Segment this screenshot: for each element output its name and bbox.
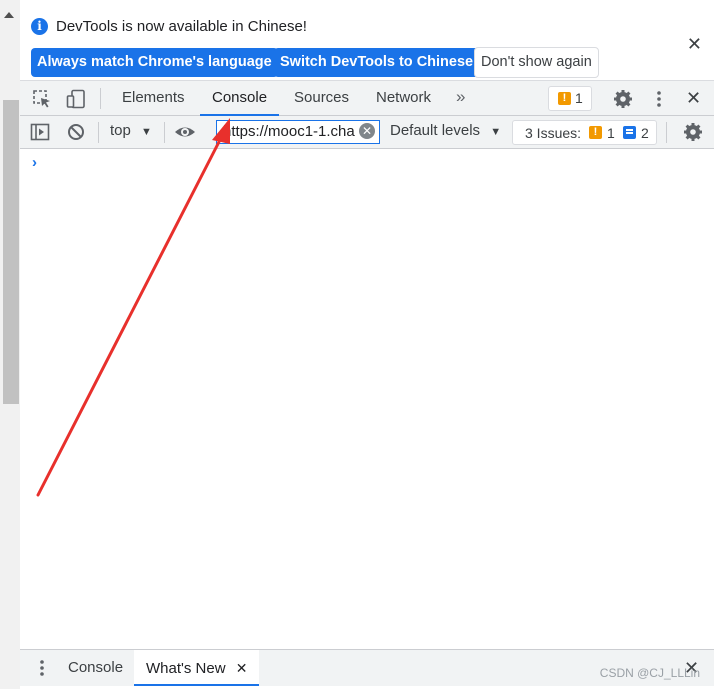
device-toolbar-icon[interactable] [66,89,86,109]
warnings-count: 1 [607,125,615,141]
tab-sources[interactable]: Sources [294,81,349,116]
gear-icon[interactable] [613,89,633,109]
clear-console-icon[interactable] [66,122,86,142]
message-icon [623,126,636,139]
console-settings-gear-icon[interactable] [683,122,703,142]
warning-icon: ! [558,92,571,105]
main-tabbar: Elements Console Sources Network » ! 1 ✕ [20,80,714,116]
drawer-tab-whats-new[interactable]: What's New ✕ [134,650,260,686]
dropdown-triangle-icon: ▼ [141,126,152,138]
scroll-thumb[interactable] [3,100,19,404]
scroll-up-arrow-icon[interactable] [4,12,14,18]
drawer-tab-console[interactable]: Console [68,650,123,686]
switch-to-chinese-button[interactable]: Switch DevTools to Chinese [274,48,480,77]
close-devtools-icon[interactable]: ✕ [686,81,701,116]
execution-context-select[interactable]: top ▼ [110,122,152,139]
drawer-menu-icon[interactable] [32,658,52,678]
issues-button[interactable]: 3 Issues: ! 1 2 [512,120,657,145]
issues-label: 3 Issues: [525,125,582,141]
log-levels-dropdown[interactable]: Default levels ▼ [390,122,501,139]
infobar-message: DevTools is now available in Chinese! [56,18,307,35]
sidebar-toggle-icon[interactable] [30,122,50,142]
close-tab-icon[interactable]: ✕ [236,660,248,676]
tab-network[interactable]: Network [376,81,431,116]
toolbar-divider [666,122,667,143]
clear-filter-icon[interactable]: ✕ [359,123,375,139]
context-value: top [110,122,131,139]
match-language-button[interactable]: Always match Chrome's language [31,48,278,77]
more-tabs-chevron-icon[interactable]: » [456,87,465,107]
dont-show-again-button[interactable]: Don't show again [474,47,599,78]
info-icon: i [31,18,48,35]
infobar-close-icon[interactable]: ✕ [687,34,702,55]
console-toolbar: top ▼ https://mooc1-1.cha ✕ Default leve… [20,116,714,149]
toolbar-divider [98,122,99,143]
watermark: CSDN @CJ_LLLin [599,666,700,680]
warning-icon: ! [589,126,602,139]
issues-count: 1 [575,90,583,106]
dropdown-triangle-icon: ▼ [490,126,502,138]
log-levels-label: Default levels [390,122,481,139]
kebab-menu-icon[interactable] [649,89,669,109]
console-filter-input[interactable]: https://mooc1-1.cha [216,120,380,144]
devtools-panel: i DevTools is now available in Chinese! … [20,0,714,689]
console-prompt-icon[interactable]: › [32,154,37,171]
page-scrollbar[interactable] [0,0,20,689]
tab-elements[interactable]: Elements [122,81,185,116]
issues-counter-button[interactable]: ! 1 [548,86,592,111]
toolbar-divider [164,122,165,143]
toolbar-divider [100,88,101,109]
eye-icon[interactable] [174,122,196,142]
drawer-tab-label: What's New [146,660,226,677]
tab-console[interactable]: Console [200,81,280,116]
inspect-element-icon[interactable] [32,89,52,109]
info-count: 2 [641,125,649,141]
language-infobar: i DevTools is now available in Chinese! … [20,8,714,80]
page-root: i DevTools is now available in Chinese! … [0,0,714,689]
